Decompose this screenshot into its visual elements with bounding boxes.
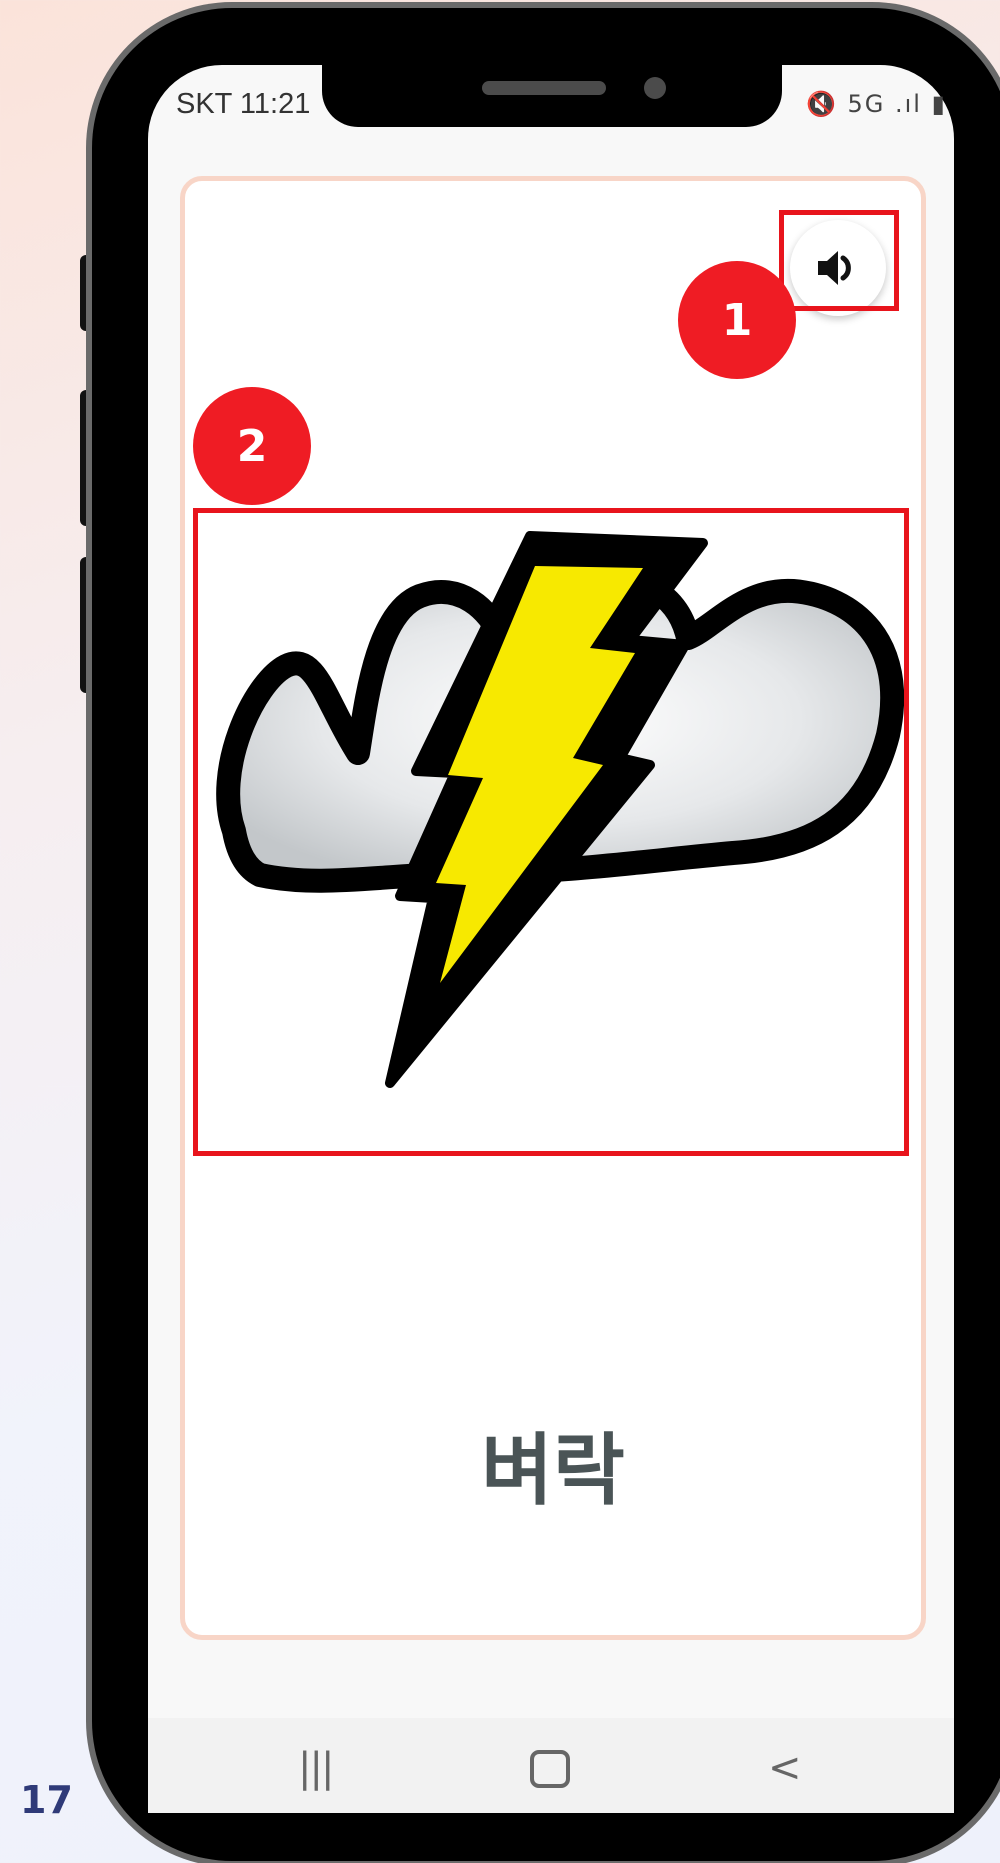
highlight-box-sound — [779, 210, 899, 311]
phone-notch — [322, 65, 782, 127]
page-number: 17 — [20, 1778, 73, 1822]
nav-recents-button[interactable]: ||| — [298, 1745, 334, 1791]
earpiece — [482, 81, 606, 95]
status-icons: 🔇 5G .ıl ▮ — [806, 90, 947, 118]
callout-badge-2: 2 — [193, 387, 311, 505]
callout-badge-1: 1 — [678, 261, 796, 379]
flashcard-word: 벼락 — [481, 1426, 625, 1516]
front-camera — [644, 77, 666, 99]
nav-home-button[interactable] — [530, 1750, 570, 1788]
highlight-box-image — [193, 508, 909, 1156]
nav-back-button[interactable]: < — [768, 1745, 802, 1791]
status-time: SKT 11:21 — [176, 88, 311, 120]
